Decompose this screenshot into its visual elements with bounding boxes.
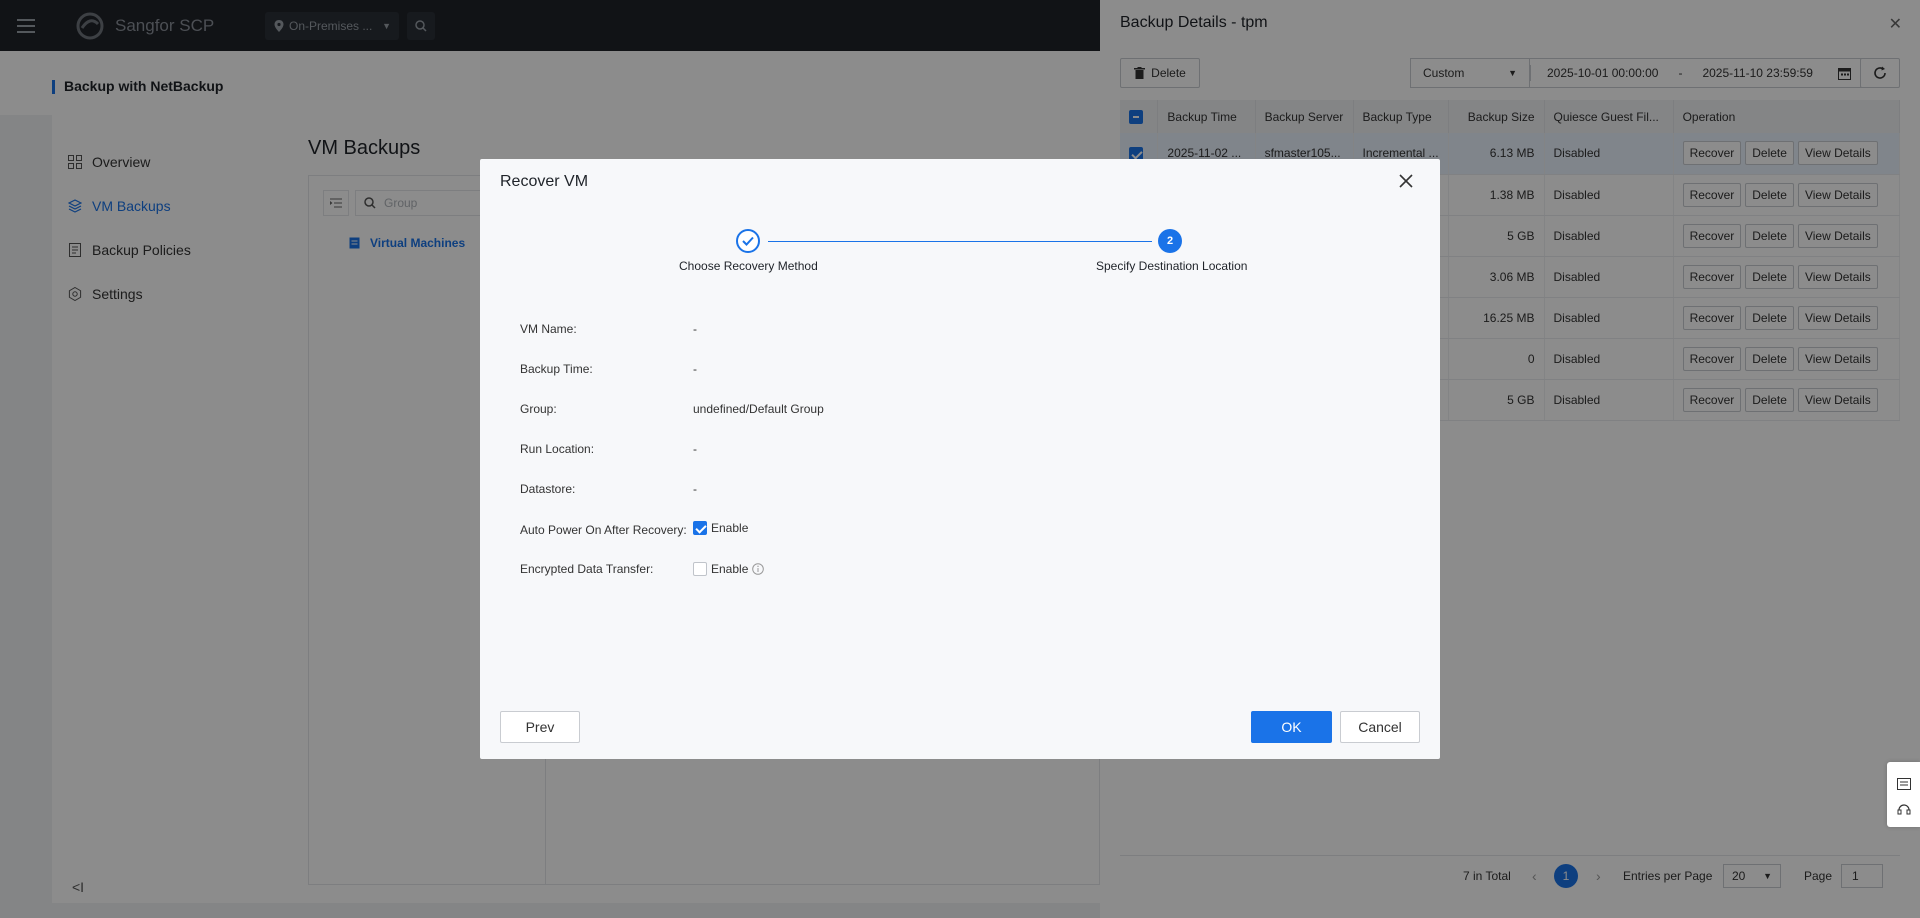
datastore-label: Datastore: xyxy=(520,482,576,496)
auto-power-option: Enable xyxy=(711,521,749,535)
step-2-indicator: 2 xyxy=(1158,229,1182,253)
stepper-line xyxy=(768,241,1152,242)
recover-vm-dialog: Recover VM Choose Recovery Method 2 Spec… xyxy=(480,159,1440,759)
backup-time-value: - xyxy=(693,362,697,376)
side-tools xyxy=(1887,762,1920,827)
encrypted-label: Encrypted Data Transfer: xyxy=(520,562,654,576)
backup-time-label: Backup Time: xyxy=(520,362,593,376)
check-icon xyxy=(742,236,754,246)
datastore-value: - xyxy=(693,482,697,496)
step-complete-icon xyxy=(736,229,760,253)
run-location-label: Run Location: xyxy=(520,442,595,456)
prev-button[interactable]: Prev xyxy=(500,711,580,743)
ok-button[interactable]: OK xyxy=(1251,711,1332,743)
vm-name-label: VM Name: xyxy=(520,322,577,336)
vm-name-value: - xyxy=(693,322,697,336)
step-2-label: Specify Destination Location xyxy=(1096,259,1248,273)
auto-power-checkbox[interactable] xyxy=(693,521,707,535)
run-location-value: - xyxy=(693,442,697,456)
encrypted-checkbox[interactable] xyxy=(693,562,707,576)
group-label: Group: xyxy=(520,402,557,416)
info-icon[interactable] xyxy=(752,563,765,575)
cancel-button[interactable]: Cancel xyxy=(1340,711,1420,743)
close-icon[interactable] xyxy=(1398,173,1414,189)
auto-power-checkbox-row[interactable]: Enable xyxy=(693,521,748,535)
dialog-title: Recover VM xyxy=(500,173,589,190)
group-value: undefined/Default Group xyxy=(693,402,824,416)
step-1-label: Choose Recovery Method xyxy=(679,259,818,273)
task-list-icon[interactable] xyxy=(1897,777,1911,791)
encrypted-option: Enable xyxy=(711,562,749,576)
encrypted-checkbox-row[interactable]: Enable xyxy=(693,562,765,576)
support-headset-icon[interactable] xyxy=(1897,802,1911,816)
auto-power-label: Auto Power On After Recovery: xyxy=(520,523,687,537)
